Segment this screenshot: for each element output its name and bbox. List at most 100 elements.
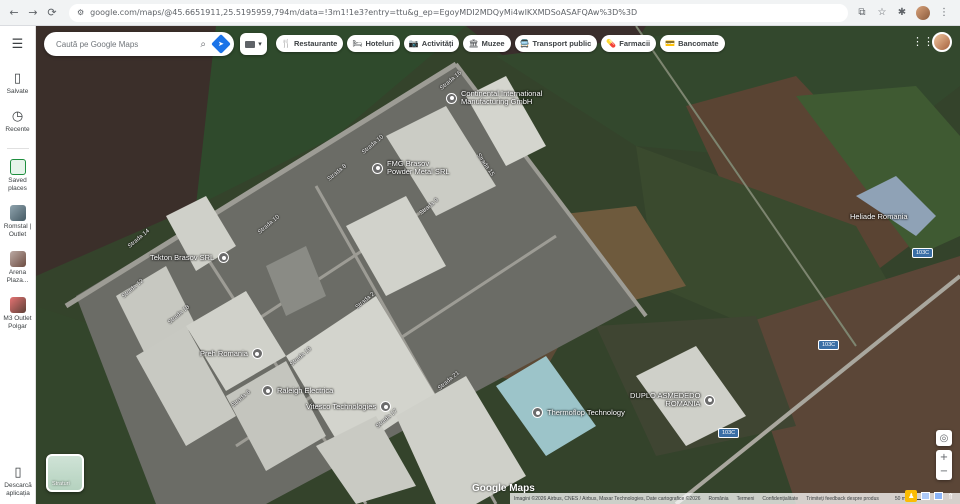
road-number-badge: 103C [912, 248, 934, 258]
rail-place-label: Arena Plaza... [6, 269, 29, 284]
my-location-button[interactable]: ◎ [936, 430, 952, 446]
globe-tile-icon[interactable] [934, 492, 944, 500]
place-pin-heliade[interactable]: Heliade Romania [850, 213, 908, 221]
rail-place-m3-outlet[interactable]: M3 Outlet Polgar [0, 297, 36, 331]
dropdown-arrow-icon: ▾ [258, 40, 262, 48]
rail-divider [6, 148, 29, 149]
recent-button[interactable]: ◷ Recente [0, 108, 36, 134]
site-info-icon[interactable]: ⚙ [77, 8, 84, 17]
map-canvas[interactable]: ⌕ ➤ ▾ 🍴Restaurante 🛏Hoteluri 📷Activități… [36, 26, 960, 504]
search-box[interactable]: ⌕ ➤ [44, 32, 234, 56]
recent-label: Recente [5, 126, 30, 133]
privacy-link[interactable]: Confidențialitate [762, 496, 798, 502]
feedback-link[interactable]: Trimiteți feedback despre produs [806, 496, 879, 502]
factory-pin-icon [446, 92, 457, 104]
camera-icon: 📷 [408, 39, 419, 48]
factory-pin-icon [251, 348, 263, 359]
chip-hotels[interactable]: 🛏 Hoteluri [347, 35, 400, 52]
forward-icon[interactable]: → [25, 5, 41, 21]
factory-pin-icon [380, 401, 392, 412]
atm-card-icon: 💳 [665, 39, 676, 48]
reload-icon[interactable]: ⟳ [44, 5, 60, 21]
chip-label: Activități [421, 39, 454, 48]
layers-toggle-button[interactable]: ▾ [240, 33, 267, 55]
browser-profile-avatar[interactable] [916, 5, 930, 20]
place-label: Vitesco Technologies [306, 401, 377, 411]
chip-transit[interactable]: 🚍 Transport public [514, 35, 598, 52]
rail-place-arena-plaza[interactable]: Arena Plaza... [0, 251, 36, 285]
extensions-icon[interactable]: ✱ [896, 7, 908, 19]
saved-places-icon [9, 159, 26, 175]
place-label: FMG Brașov Powder Metal SRL [387, 159, 450, 176]
factory-pin-icon [218, 252, 230, 263]
road-number-badge: 103C [718, 428, 740, 438]
menu-button[interactable]: ☰ [0, 36, 36, 52]
left-rail: ☰ ▯ Salvate ◷ Recente Saved places Romst… [0, 26, 36, 504]
chip-label: Transport public [532, 39, 592, 48]
footer-controls: ♟ ⇑ [890, 488, 960, 504]
browser-toolbar: ← → ⟳ ⚙ google.com/maps/@45.6651911,25.5… [0, 0, 960, 26]
download-app-button[interactable]: ▯ Descarcă aplicația [0, 464, 36, 498]
chip-atms[interactable]: 💳 Bancomate [660, 35, 725, 52]
chip-restaurants[interactable]: 🍴 Restaurante [276, 35, 344, 52]
rail-place-saved-places[interactable]: Saved places [0, 159, 36, 193]
zoom-controls[interactable]: + − [936, 450, 952, 480]
place-pin-duplo[interactable]: DUPLO ASMEDEDO ROMANIA [630, 391, 716, 408]
chip-pharmacies[interactable]: 💊 Farmacii [601, 35, 657, 52]
street-view-pegman-icon[interactable]: ♟ [905, 490, 918, 502]
history-icon: ◷ [11, 108, 24, 124]
museum-icon: 🏛 [468, 39, 479, 48]
directions-icon[interactable]: ➤ [211, 34, 231, 54]
address-bar[interactable]: ⚙ google.com/maps/@45.6651911,25.5195959… [69, 3, 848, 22]
zoom-in-icon[interactable]: + [940, 451, 948, 465]
tilt-tile-icon[interactable] [921, 492, 931, 500]
account-avatar[interactable] [932, 32, 952, 52]
place-pin-thermoflop[interactable]: Thermoflop Technology [532, 407, 625, 418]
place-label: Tekton Brasov SRL [150, 252, 215, 262]
expand-up-icon[interactable]: ⇑ [947, 492, 954, 501]
chip-label: Hoteluri [365, 39, 394, 48]
bookmark-star-icon[interactable]: ☆ [876, 7, 888, 19]
google-apps-icon[interactable]: ⋮⋮ [912, 36, 934, 48]
place-label: Heliade Romania [850, 212, 908, 221]
bus-icon: 🚍 [519, 39, 530, 48]
search-icon[interactable]: ⌕ [200, 39, 206, 50]
place-pin-fmg[interactable]: FMG Brașov Powder Metal SRL [372, 160, 450, 176]
chip-label: Muzee [481, 39, 505, 48]
place-label: Continental International Manufacturing G… [461, 89, 543, 106]
rail-place-romstal[interactable]: Romstal | Outlet [0, 205, 36, 239]
zoom-out-icon[interactable]: − [940, 465, 948, 479]
chip-label: Farmacii [619, 39, 651, 48]
imagery-attribution: Imagini ©2026 Airbus, CNES / Airbus, Max… [514, 495, 701, 502]
fork-knife-icon: 🍴 [281, 39, 291, 48]
bookmark-icon: ▯ [13, 70, 22, 86]
chip-museums[interactable]: 🏛 Muzee [463, 35, 511, 52]
place-pin-tekton[interactable]: Tekton Brasov SRL [150, 252, 230, 263]
place-thumbnail [9, 251, 26, 267]
place-pin-continental[interactable]: Continental International Manufacturing G… [446, 90, 542, 106]
saved-label: Salvate [6, 88, 29, 95]
saved-button[interactable]: ▯ Salvate [0, 70, 36, 96]
chip-label: Bancomate [678, 39, 719, 48]
back-icon[interactable]: ← [6, 5, 22, 21]
terms-link[interactable]: Termeni [737, 496, 755, 502]
place-pin-vitesco[interactable]: Vitesco Technologies [306, 401, 392, 412]
factory-pin-icon [262, 385, 273, 396]
pharmacy-icon: 💊 [606, 39, 617, 48]
place-thumbnail [9, 205, 26, 221]
browser-menu-icon[interactable]: ⋮ [938, 7, 950, 19]
layers-icon [245, 40, 256, 48]
factory-pin-icon [372, 162, 383, 174]
rail-place-label: Romstal | Outlet [3, 223, 32, 238]
install-app-icon[interactable]: ⧉ [856, 7, 868, 19]
search-input[interactable] [56, 39, 195, 49]
place-label: DUPLO ASMEDEDO ROMANIA [630, 391, 701, 408]
factory-pin-icon [532, 407, 543, 418]
place-label: Preh Romania [200, 348, 248, 358]
chip-activities[interactable]: 📷 Activități [403, 35, 460, 52]
place-pin-preh[interactable]: Preh Romania [200, 348, 263, 359]
place-pin-raleigh[interactable]: Raleigh Electrica [262, 385, 333, 396]
rail-place-label: M3 Outlet Polgar [3, 315, 32, 330]
place-label: Raleigh Electrica [277, 385, 334, 395]
layers-thumbnail-button[interactable]: Straturi [46, 454, 84, 492]
